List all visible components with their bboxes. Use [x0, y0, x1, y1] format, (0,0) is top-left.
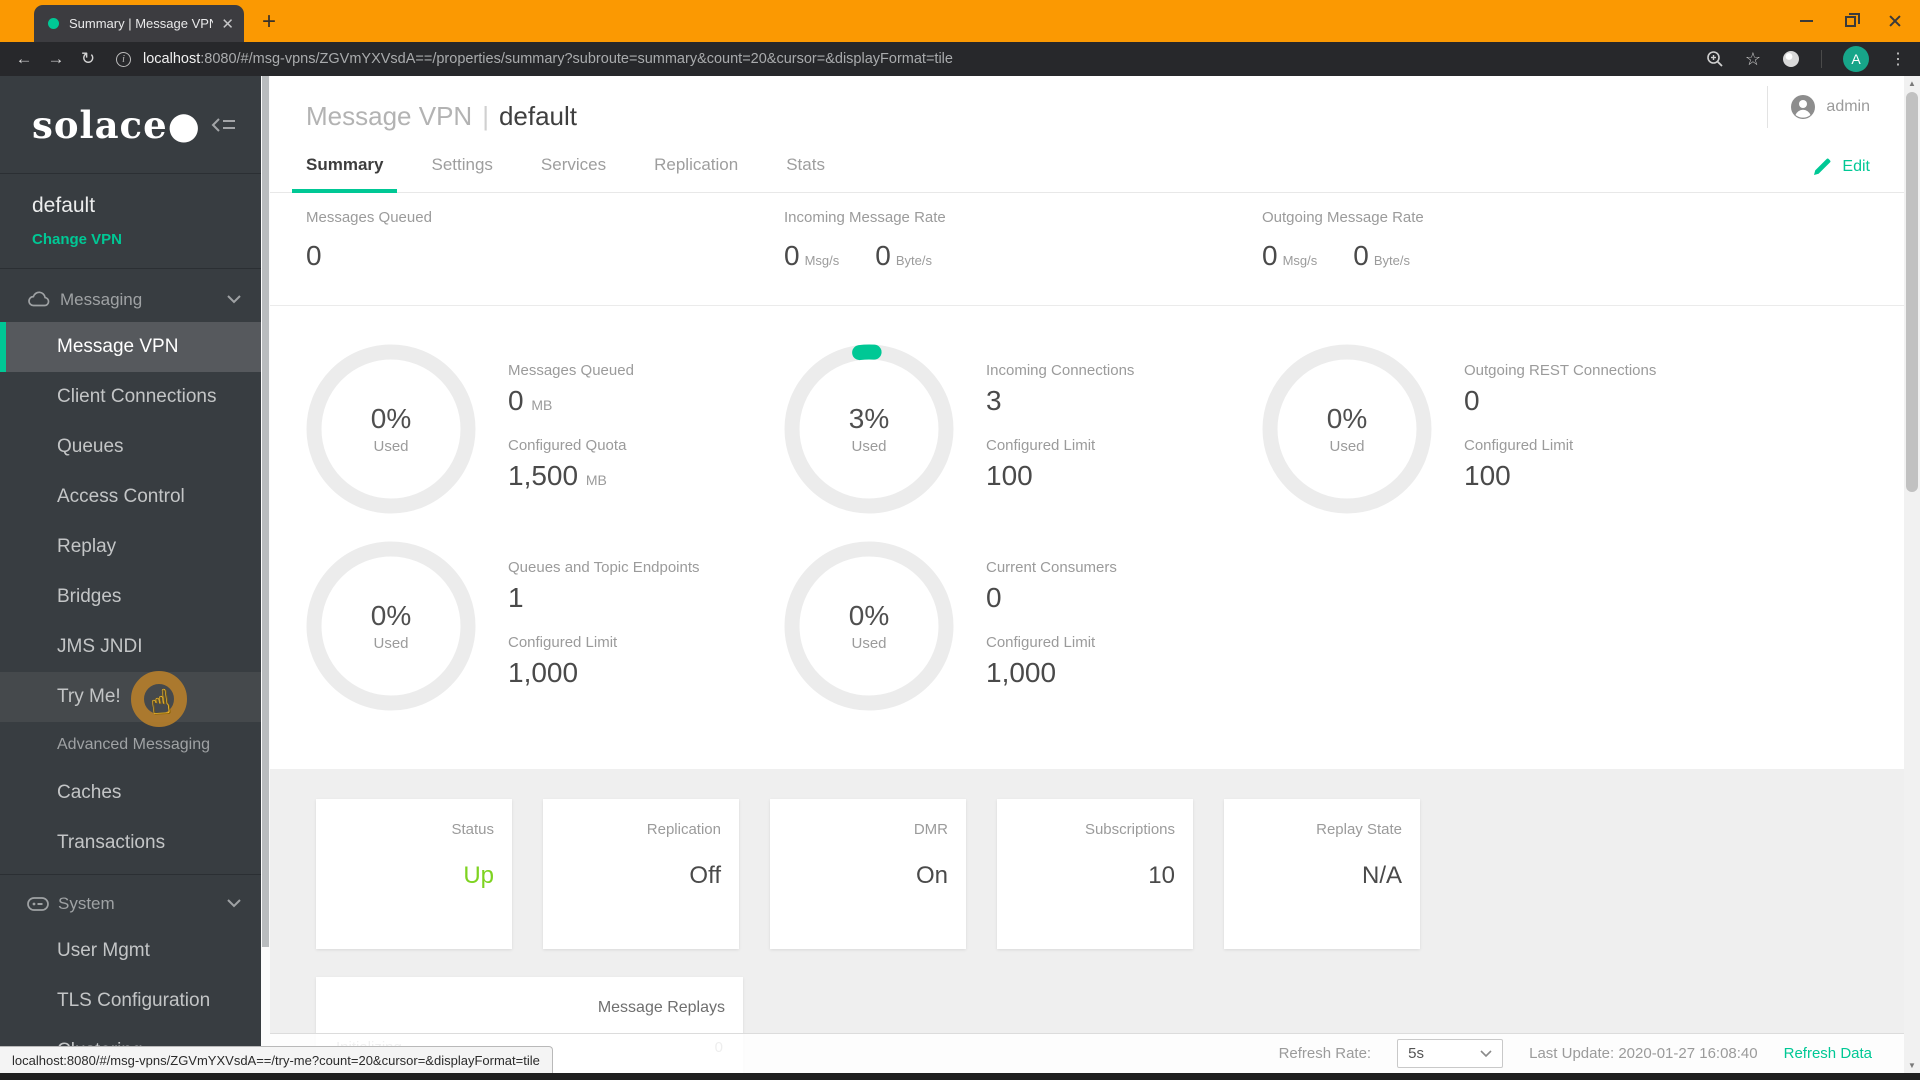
new-tab-button[interactable]: + — [262, 8, 276, 36]
back-button[interactable]: ← — [8, 49, 40, 69]
window-bottom-edge — [0, 1073, 1920, 1080]
card-dmr: DMR On — [770, 799, 966, 949]
bookmark-star-icon[interactable]: ☆ — [1745, 49, 1761, 70]
refresh-data-link[interactable]: Refresh Data — [1784, 1045, 1872, 1062]
gauge-queues-topic-endpoints: 0% Used Queues and Topic Endpoints 1 Conf… — [306, 541, 784, 711]
scrollbar-down-arrow[interactable]: ▼ — [1904, 1058, 1920, 1073]
user-icon — [1790, 94, 1816, 120]
chevron-down-icon — [227, 899, 241, 908]
current-vpn-name: default — [32, 194, 96, 217]
stat-incoming-rate: Incoming Message Rate 0 Msg/s 0 Byte/s — [784, 209, 946, 271]
tab-summary[interactable]: Summary — [292, 141, 398, 193]
gauge-incoming-connections: 3% Used Incoming Connections 3 Configured… — [784, 344, 1262, 514]
change-vpn-link[interactable]: Change VPN — [32, 231, 229, 248]
user-name: admin — [1826, 98, 1870, 115]
main-content: Message VPN | default admin Summary Settin… — [270, 76, 1920, 1080]
refresh-rate-select[interactable]: 5s — [1397, 1039, 1504, 1068]
gauge-outgoing-rest-connections: 0% Used Outgoing REST Connections 0 Confi… — [1262, 344, 1740, 514]
donut-chart: 0% Used — [306, 344, 476, 514]
sidebar-item-bridges[interactable]: Bridges — [0, 572, 261, 622]
sidebar-scrollbar[interactable] — [261, 76, 270, 1080]
pencil-icon — [1812, 157, 1832, 177]
top-stats: Messages Queued 0 Incoming Message Rate … — [270, 193, 1920, 306]
content-scrollbar[interactable]: ▲ ▼ — [1904, 76, 1920, 1073]
scrollbar-up-arrow[interactable]: ▲ — [1904, 76, 1920, 91]
tab-stats[interactable]: Stats — [772, 141, 839, 193]
sidebar-item-queues[interactable]: Queues — [0, 422, 261, 472]
browser-menu-icon[interactable]: ⋮ — [1890, 49, 1906, 69]
sidebar-scrollbar-thumb[interactable] — [262, 76, 269, 947]
sidebar: solace● default Change VPN Messaging Mes… — [0, 76, 261, 1080]
sidebar-item-tls-configuration[interactable]: TLS Configuration — [0, 976, 261, 1026]
sidebar-item-caches[interactable]: Caches — [0, 768, 261, 818]
donut-chart: 3% Used — [784, 344, 954, 514]
sidebar-item-access-control[interactable]: Access Control — [0, 472, 261, 522]
browser-titlebar: Summary | Message VPN ✕ + — [0, 0, 1920, 42]
site-info-icon[interactable]: i — [116, 51, 131, 67]
sidebar-item-transactions[interactable]: Transactions — [0, 818, 261, 868]
user-menu[interactable]: admin — [1767, 86, 1870, 128]
tab-favicon-icon — [48, 18, 59, 29]
sidebar-item-client-connections[interactable]: Client Connections — [0, 372, 261, 422]
link-status-bubble: localhost:8080/#/msg-vpns/ZGVmYXVsdA==/t… — [0, 1046, 553, 1073]
gauge-current-consumers: 0% Used Current Consumers 0 Configured Li… — [784, 541, 1262, 711]
refresh-rate-label: Refresh Rate: — [1278, 1045, 1372, 1062]
stat-outgoing-rate: Outgoing Message Rate 0 Msg/s 0 Byte/s — [1262, 209, 1424, 271]
window-close-button[interactable] — [1888, 14, 1902, 28]
last-update-text: Last Update: 2020-01-27 16:08:40 — [1529, 1045, 1758, 1062]
extension-icon[interactable] — [1782, 50, 1800, 68]
profile-avatar[interactable]: A — [1843, 46, 1869, 72]
reload-button[interactable]: ↻ — [72, 49, 104, 69]
url-text[interactable]: localhost:8080/#/msg-vpns/ZGVmYXVsdA==/p… — [143, 51, 953, 67]
stat-messages-queued: Messages Queued 0 — [306, 209, 432, 271]
tab-close-icon[interactable]: ✕ — [221, 15, 234, 33]
sidebar-item-replay[interactable]: Replay — [0, 522, 261, 572]
scrollbar-thumb[interactable] — [1906, 92, 1918, 492]
sidebar-item-user-mgmt[interactable]: User Mgmt — [0, 926, 261, 976]
sidebar-collapse-icon[interactable] — [211, 115, 237, 135]
donut-chart: 0% Used — [784, 541, 954, 711]
card-replay-state: Replay State N/A — [1224, 799, 1420, 949]
card-status: Status Up — [316, 799, 512, 949]
cloud-icon — [27, 290, 51, 309]
donut-chart: 0% Used — [1262, 344, 1432, 514]
browser-tab[interactable]: Summary | Message VPN ✕ — [34, 5, 244, 42]
browser-toolbar: ← → ↻ i localhost:8080/#/msg-vpns/ZGVmYX… — [0, 42, 1920, 76]
sidebar-item-advanced-messaging[interactable]: Advanced Messaging — [0, 722, 261, 768]
tab-services[interactable]: Services — [527, 141, 620, 193]
sidebar-section-system[interactable]: System — [0, 881, 261, 926]
sidebar-item-message-vpn[interactable]: Message VPN — [0, 322, 261, 372]
chevron-down-icon — [227, 295, 241, 304]
address-bar[interactable]: i localhost:8080/#/msg-vpns/ZGVmYXVsdA==… — [116, 51, 953, 67]
sidebar-item-jms-jndi[interactable]: JMS JNDI — [0, 622, 261, 672]
tab-replication[interactable]: Replication — [640, 141, 752, 193]
system-chip-icon — [27, 896, 49, 911]
card-replication: Replication Off — [543, 799, 739, 949]
chevron-down-icon — [1480, 1049, 1492, 1058]
sidebar-divider — [0, 874, 261, 875]
zoom-page-icon[interactable] — [1706, 50, 1724, 68]
tab-settings[interactable]: Settings — [417, 141, 506, 193]
toolbar-separator — [1821, 50, 1822, 68]
edit-button[interactable]: Edit — [1812, 141, 1870, 193]
window-restore-button[interactable] — [1845, 12, 1860, 27]
tab-title: Summary | Message VPN — [69, 16, 214, 31]
card-subscriptions: Subscriptions 10 — [997, 799, 1193, 949]
forward-button[interactable]: → — [40, 49, 72, 69]
sidebar-section-messaging[interactable]: Messaging — [0, 277, 261, 322]
status-value: Up — [463, 862, 494, 889]
solace-logo: solace● — [32, 102, 201, 147]
window-minimize-button[interactable] — [1800, 20, 1813, 22]
page-title: Message VPN | default — [306, 101, 578, 131]
donut-chart: 0% Used — [306, 541, 476, 711]
gauge-messages-queued: 0% Used Messages Queued 0 MB Configured Q… — [306, 344, 784, 514]
